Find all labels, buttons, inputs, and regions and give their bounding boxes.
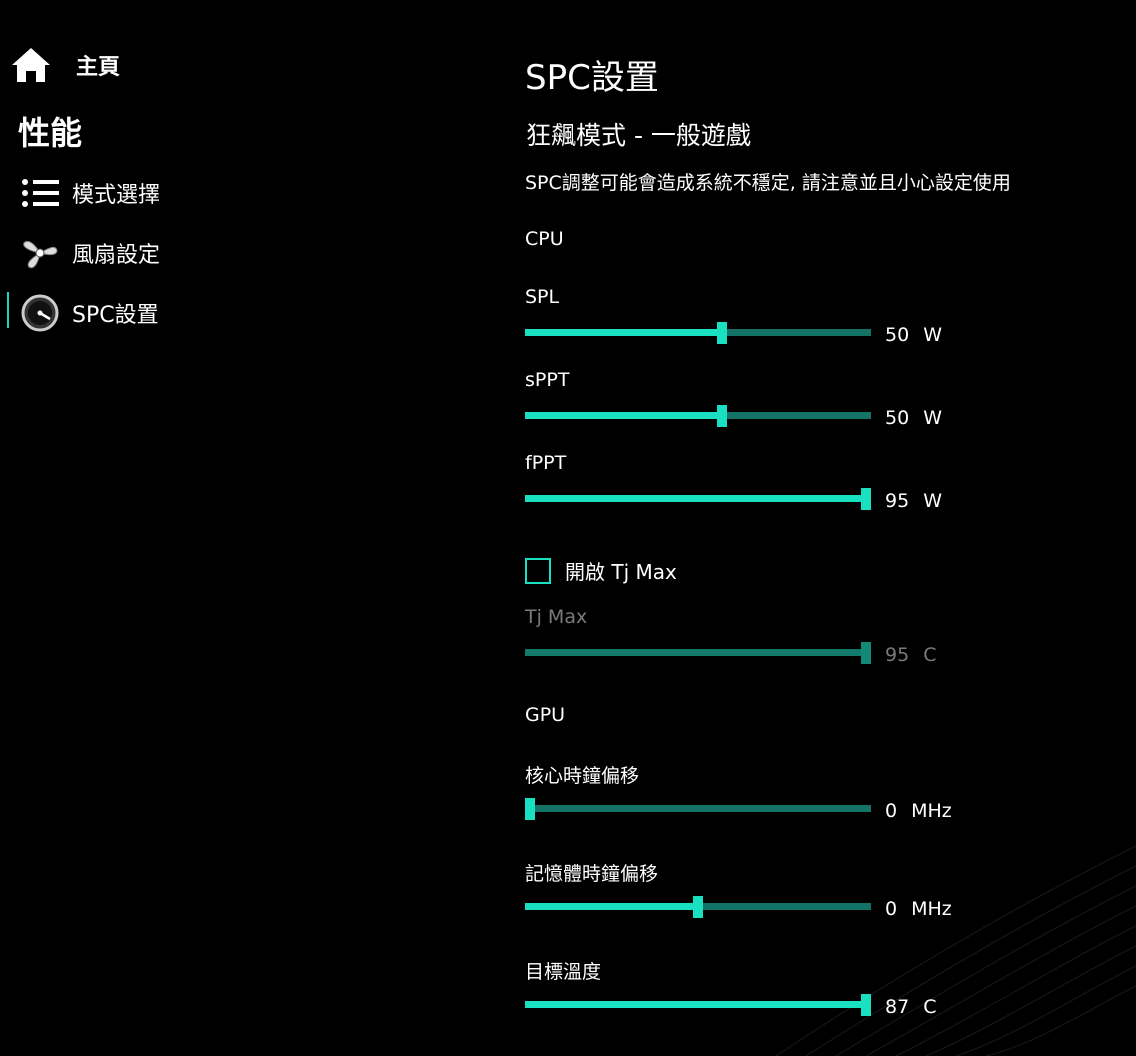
mem-offset-slider[interactable] [525,896,871,918]
tjmax-value: 95 C [885,644,937,666]
list-icon [20,173,60,213]
slider-thumb[interactable] [716,322,727,344]
tjmax-slider [525,642,871,664]
target-temp-label: 目標溫度 [525,961,602,983]
home-button[interactable]: 主頁 [10,45,120,85]
sidebar-item-label: 模式選擇 [72,183,161,208]
sidebar: 主頁 性能 模式選擇 風扇設定 SPC設置 [0,0,300,1056]
sppt-value: 50 W [885,407,942,429]
spl-label: SPL [525,286,560,308]
tjmax-checkbox[interactable] [525,557,551,584]
sidebar-item-label: SPC設置 [72,303,159,328]
slider-thumb [861,642,871,664]
sidebar-item-spc-settings[interactable]: SPC設置 [0,290,300,336]
home-icon [10,45,52,85]
gpu-group-title: GPU [525,704,566,726]
slider-thumb[interactable] [861,488,871,510]
section-title: 性能 [18,114,83,152]
slider-thumb[interactable] [716,405,727,427]
core-offset-slider[interactable] [525,798,871,820]
slider-thumb[interactable] [693,896,703,918]
tjmax-toggle-label: 開啟 Tj Max [565,560,677,584]
tjmax-label: Tj Max [525,606,588,628]
fppt-label: fPPT [525,452,567,474]
sidebar-item-fan-settings[interactable]: 風扇設定 [0,230,300,276]
core-offset-value: 0 MHz [885,800,952,822]
fppt-slider[interactable] [525,488,871,510]
gauge-icon [20,293,60,333]
sidebar-item-mode-select[interactable]: 模式選擇 [0,170,300,216]
spl-slider[interactable] [525,322,871,344]
spl-value: 50 W [885,324,942,346]
tjmax-toggle[interactable]: 開啟 Tj Max [525,556,677,585]
sidebar-item-label: 風扇設定 [72,243,161,268]
mem-offset-label: 記憶體時鐘偏移 [525,863,659,885]
slider-thumb[interactable] [861,994,871,1016]
mode-title: 狂飆模式 - 一般遊戲 [526,121,751,150]
page-title: SPC設置 [525,58,659,98]
sppt-slider[interactable] [525,405,871,427]
warning-text: SPC調整可能會造成系統不穩定, 請注意並且小心設定使用 [525,172,1011,194]
fan-icon [20,233,60,273]
fppt-value: 95 W [885,490,942,512]
home-label: 主頁 [76,55,121,80]
core-offset-label: 核心時鐘偏移 [525,765,640,787]
cpu-group-title: CPU [525,228,564,250]
slider-thumb[interactable] [525,798,535,820]
mem-offset-value: 0 MHz [885,898,952,920]
target-temp-value: 87 C [885,996,937,1018]
active-indicator [7,292,9,328]
target-temp-slider[interactable] [525,994,871,1016]
sppt-label: sPPT [525,369,570,391]
